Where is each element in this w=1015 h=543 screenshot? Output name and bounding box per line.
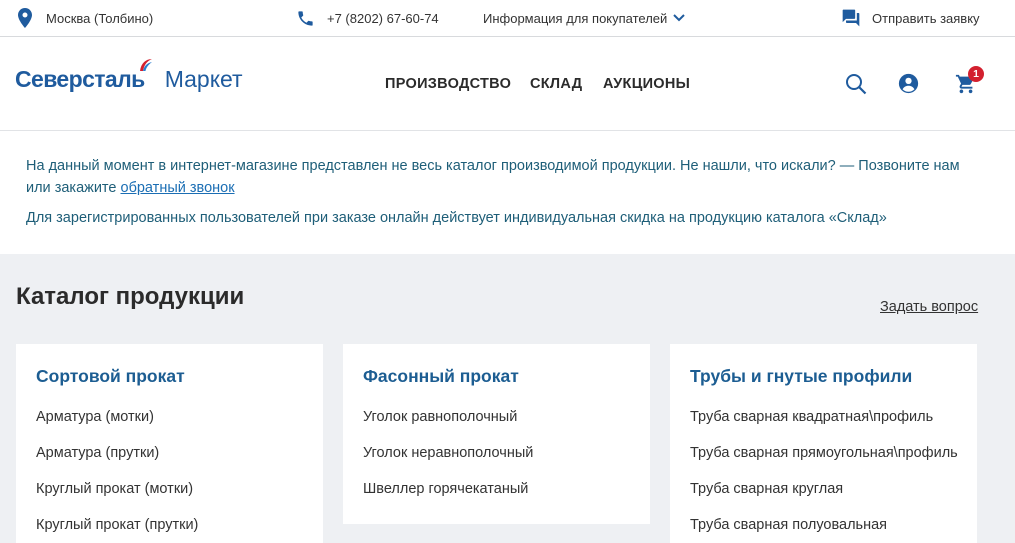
card-item[interactable]: Труба сварная круглая <box>690 480 958 516</box>
catalog-card-shaped-products: Фасонный прокат Уголок равнополочный Уго… <box>343 344 650 524</box>
buyer-info-label: Информация для покупателей <box>483 10 668 26</box>
cart-count-badge: 1 <box>968 66 984 82</box>
location-text: Москва (Толбино) <box>46 10 154 26</box>
card-title[interactable]: Трубы и гнутые профили <box>690 366 912 387</box>
card-item-list: Труба сварная квадратная\профиль Труба с… <box>690 408 958 543</box>
card-item[interactable]: Круглый прокат (мотки) <box>36 480 198 516</box>
send-request-label: Отправить заявку <box>872 10 980 26</box>
card-item[interactable]: Уголок равнополочный <box>363 408 533 444</box>
top-bar: Москва (Толбино) +7 (8202) 67-60-74 Инфо… <box>0 0 1015 37</box>
location-selector[interactable]: Москва (Толбино) <box>18 0 153 36</box>
notice-line-1: На данный момент в интернет-магазине пре… <box>26 155 976 199</box>
logo-mark-icon <box>139 58 152 71</box>
catalog-card-pipes-profiles: Трубы и гнутые профили Труба сварная ква… <box>670 344 977 543</box>
site-logo[interactable]: Северсталь Маркет <box>15 57 243 101</box>
logo-market-text: Маркет <box>164 65 243 92</box>
main-header: Северсталь Маркет ПРОИЗВОДСТВО СКЛАД АУК… <box>0 37 1015 131</box>
info-notice: На данный момент в интернет-магазине пре… <box>0 131 1015 254</box>
catalog-title: Каталог продукции <box>16 283 245 310</box>
search-icon[interactable] <box>845 73 867 95</box>
phone-link[interactable]: +7 (8202) 67-60-74 <box>296 0 439 36</box>
buyer-info-dropdown[interactable]: Информация для покупателей <box>483 0 686 36</box>
chevron-down-icon <box>673 14 686 22</box>
card-title[interactable]: Сортовой прокат <box>36 366 185 387</box>
ask-question-link[interactable]: Задать вопрос <box>880 299 978 315</box>
phone-text: +7 (8202) 67-60-74 <box>327 10 439 26</box>
card-item[interactable]: Арматура (мотки) <box>36 408 198 444</box>
location-pin-icon <box>18 8 32 28</box>
card-item[interactable]: Круглый прокат (прутки) <box>36 516 198 543</box>
send-request-link[interactable]: Отправить заявку <box>841 0 980 36</box>
card-item[interactable]: Труба сварная полуовальная <box>690 516 958 543</box>
chat-icon <box>842 9 860 27</box>
nav-auctions[interactable]: АУКЦИОНЫ <box>603 37 690 131</box>
card-item-list: Арматура (мотки) Арматура (прутки) Кругл… <box>36 408 198 543</box>
nav-warehouse[interactable]: СКЛАД <box>530 37 582 131</box>
logo-brand-text: Северсталь <box>15 65 145 92</box>
card-title[interactable]: Фасонный прокат <box>363 366 519 387</box>
logo-brand: Северсталь <box>15 58 152 93</box>
account-icon[interactable] <box>898 73 919 94</box>
card-item-list: Уголок равнополочный Уголок неравнополоч… <box>363 408 533 516</box>
nav-production[interactable]: ПРОИЗВОДСТВО <box>385 37 511 131</box>
notice-line-2: Для зарегистрированных пользователей при… <box>26 210 887 226</box>
callback-link[interactable]: обратный звонок <box>121 180 235 196</box>
phone-icon <box>298 10 313 26</box>
card-item[interactable]: Швеллер горячекатаный <box>363 480 533 516</box>
card-item[interactable]: Уголок неравнополочный <box>363 444 533 480</box>
card-item[interactable]: Труба сварная прямоугольная\профиль <box>690 444 958 480</box>
card-item[interactable]: Арматура (прутки) <box>36 444 198 480</box>
catalog-card-long-products: Сортовой прокат Арматура (мотки) Арматур… <box>16 344 323 543</box>
card-item[interactable]: Труба сварная квадратная\профиль <box>690 408 958 444</box>
